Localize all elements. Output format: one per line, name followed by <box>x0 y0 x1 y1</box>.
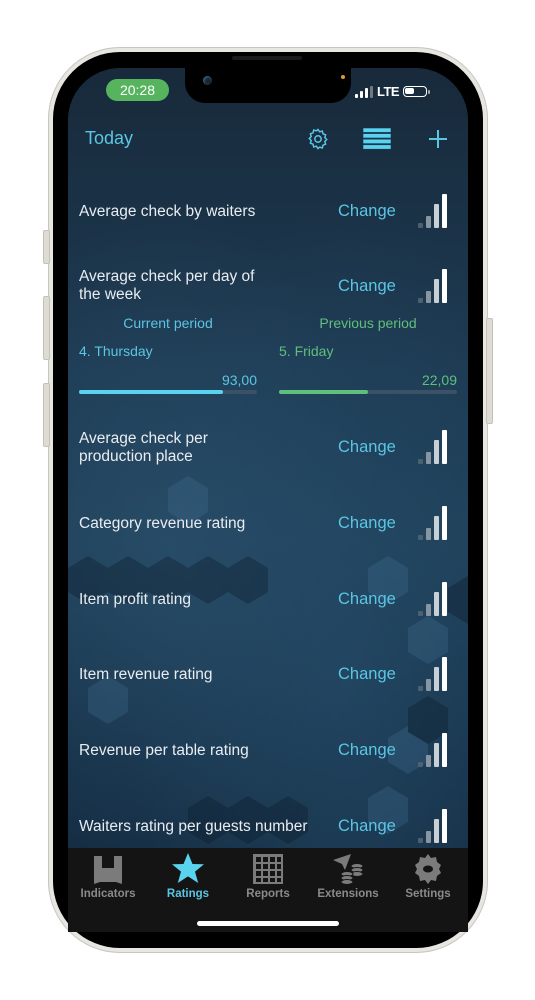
indicators-icon <box>94 856 122 884</box>
change-button[interactable]: Change <box>338 514 396 533</box>
current-progress-fill <box>79 390 224 394</box>
rating-label: Revenue per table rating <box>79 742 249 759</box>
rating-bars-icon <box>418 809 447 843</box>
plus-icon[interactable] <box>426 127 450 151</box>
rating-bars-icon <box>418 430 447 464</box>
current-period-header: Current period <box>123 315 213 331</box>
current-period-item: 4. Thursday <box>79 343 153 359</box>
tab-label: Settings <box>405 888 451 900</box>
tab-bar: Indicators Ratings Reports Extensions Se… <box>68 848 468 932</box>
gear-icon[interactable] <box>306 127 330 151</box>
mute-switch <box>43 230 50 264</box>
tab-settings[interactable]: Settings <box>388 852 468 900</box>
tab-label: Reports <box>246 888 290 900</box>
rating-bars-icon <box>418 582 447 616</box>
change-button[interactable]: Change <box>338 438 396 457</box>
hexagon-background <box>68 476 468 844</box>
current-period-value: 93,00 <box>221 372 257 388</box>
rating-label: Average check by waiters <box>79 203 256 220</box>
tab-extensions[interactable]: Extensions <box>308 852 388 900</box>
page-title[interactable]: Today <box>85 128 133 149</box>
grid-icon <box>253 854 283 884</box>
change-button[interactable]: Change <box>338 202 396 221</box>
settings-icon <box>415 854 441 884</box>
rating-bars-icon <box>418 269 447 303</box>
change-button[interactable]: Change <box>338 590 396 609</box>
star-icon <box>172 853 204 883</box>
nav-bar: Today <box>68 120 468 160</box>
previous-progress-fill <box>279 390 368 394</box>
extensions-icon <box>333 854 364 885</box>
volume-down-button <box>43 383 50 447</box>
tab-indicators[interactable]: Indicators <box>68 852 148 900</box>
speaker-grille <box>232 56 302 60</box>
network-type: LTE <box>377 84 400 99</box>
home-indicator[interactable] <box>197 921 339 926</box>
rating-bars-icon <box>418 657 447 691</box>
previous-period-header: Previous period <box>319 315 417 331</box>
tab-ratings[interactable]: Ratings <box>148 852 228 900</box>
status-time: 20:28 <box>106 79 169 101</box>
previous-progress-track <box>279 390 457 394</box>
power-button <box>486 318 493 424</box>
tab-reports[interactable]: Reports <box>228 852 308 900</box>
app-screen <box>68 68 468 932</box>
list-icon[interactable] <box>363 128 391 150</box>
tab-label: Indicators <box>80 888 136 900</box>
rating-label: Average check per day of the week <box>79 268 255 303</box>
rating-label: Category revenue rating <box>79 515 246 532</box>
rating-bars-icon <box>418 194 447 228</box>
rating-bars-icon <box>418 506 447 540</box>
rating-label: Item profit rating <box>79 591 191 608</box>
status-indicators: LTE <box>355 84 431 99</box>
rating-bars-icon <box>418 733 447 767</box>
battery-icon <box>403 86 431 97</box>
privacy-indicator <box>341 75 345 79</box>
rating-label: Average check per production place <box>79 430 208 465</box>
previous-period: Previous period 5. Friday 22,09 <box>279 315 457 394</box>
rating-label: Item revenue rating <box>79 666 213 683</box>
signal-icon <box>355 85 373 98</box>
tab-label: Ratings <box>166 888 210 900</box>
change-button[interactable]: Change <box>338 817 396 836</box>
volume-up-button <box>43 296 50 360</box>
change-button[interactable]: Change <box>338 665 396 684</box>
current-period: Current period 4. Thursday 93,00 <box>79 315 257 394</box>
previous-period-item: 5. Friday <box>279 343 334 359</box>
current-progress-track <box>79 390 257 394</box>
previous-period-value: 22,09 <box>421 372 457 388</box>
rating-label: Waiters rating per guests number <box>79 818 308 835</box>
front-camera <box>203 76 212 85</box>
camera-notch <box>185 68 351 103</box>
tab-label: Extensions <box>317 888 379 900</box>
change-button[interactable]: Change <box>338 277 396 296</box>
change-button[interactable]: Change <box>338 741 396 760</box>
